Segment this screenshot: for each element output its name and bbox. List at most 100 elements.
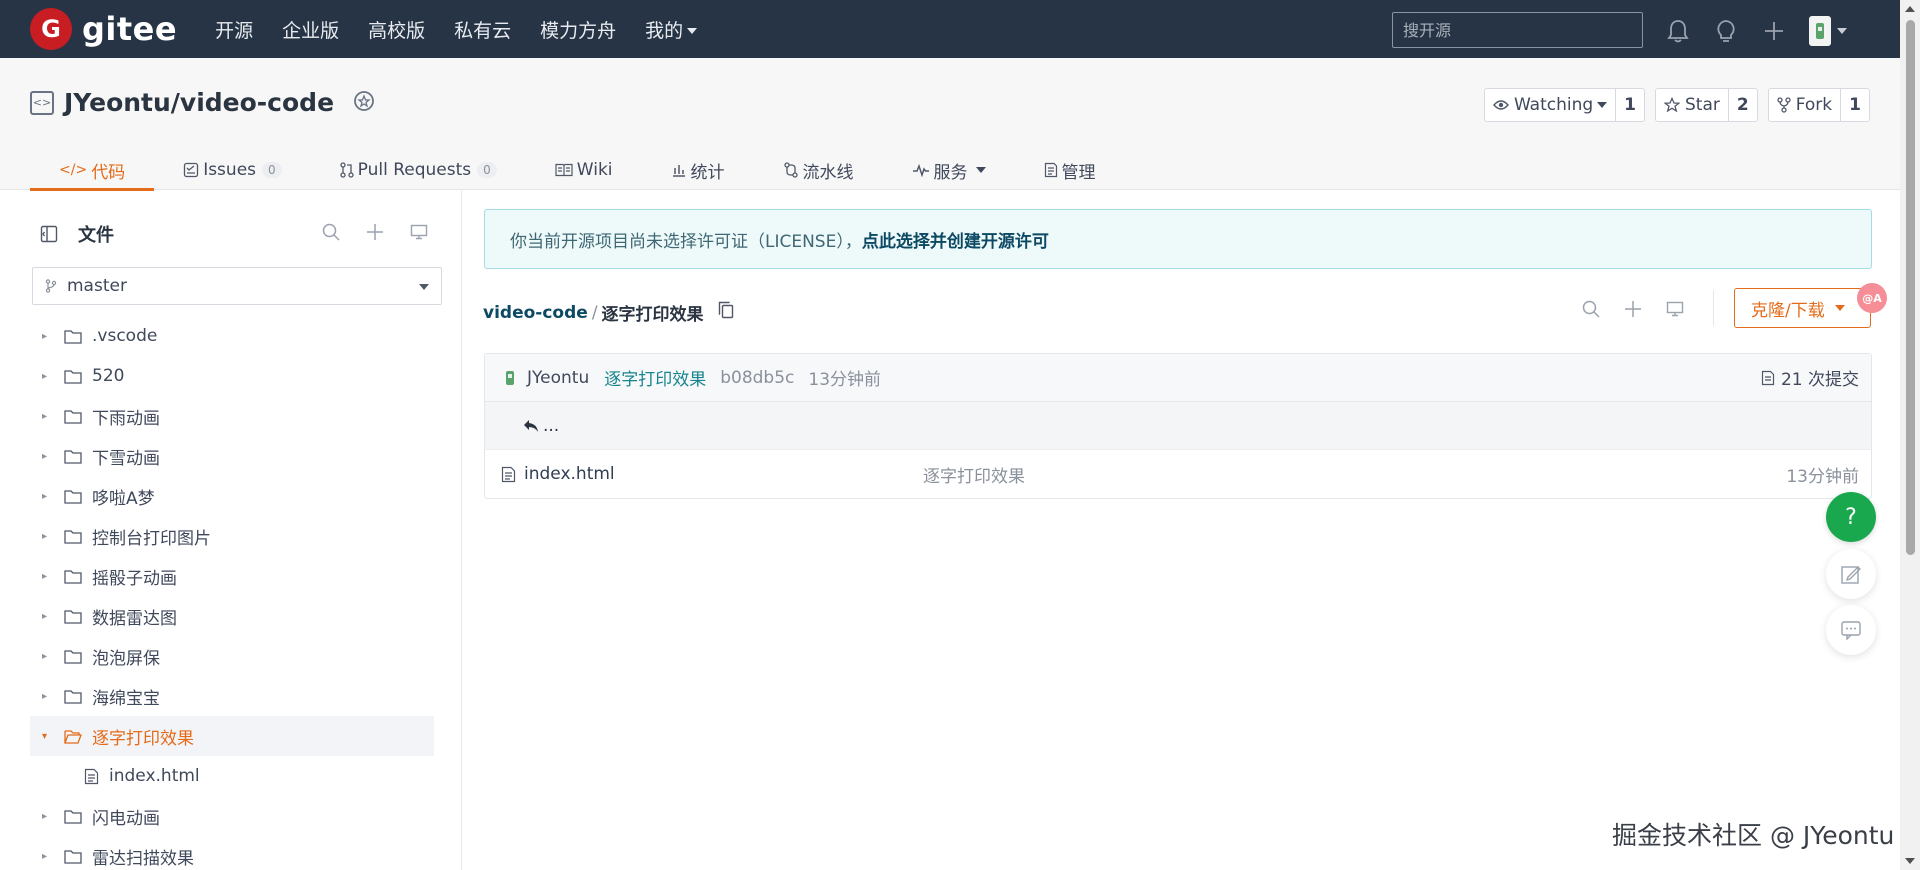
tab-pipeline[interactable]: 流水线 <box>754 150 883 190</box>
license-notice: 你当前开源项目尚未选择许可证（LICENSE）， 点此选择并创建开源许可 <box>484 209 1872 269</box>
scroll-down-icon[interactable] <box>1905 858 1915 864</box>
star-button[interactable]: Star 2 <box>1655 88 1758 122</box>
chevron-right-icon: ▸ <box>42 690 48 702</box>
tree-item-folder[interactable]: ▸ 数据雷达图 <box>30 596 434 636</box>
tab-manage[interactable]: 管理 <box>1015 150 1125 190</box>
nav-item-mine[interactable]: 我的 <box>645 16 698 43</box>
chevron-right-icon: ▸ <box>42 570 48 582</box>
tree-item-folder[interactable]: ▸ 下雪动画 <box>30 436 434 476</box>
tree-item-file[interactable]: index.html <box>30 756 434 796</box>
chevron-right-icon: ▸ <box>42 410 48 422</box>
folder-icon <box>64 329 82 344</box>
chevron-right-icon: ▸ <box>42 490 48 502</box>
tree-item-folder[interactable]: ▸ 哆啦A梦 <box>30 476 434 516</box>
repo-name[interactable]: JYeontu/video-code <box>64 88 334 117</box>
commit-author[interactable]: JYeontu <box>527 368 589 388</box>
reply-arrow-icon <box>524 419 538 432</box>
watch-count[interactable]: 1 <box>1616 89 1644 121</box>
commit-count[interactable]: 21 次提交 <box>1761 365 1859 390</box>
search-icon[interactable] <box>320 221 342 243</box>
folder-icon <box>64 369 82 384</box>
tree-item-folder[interactable]: ▸ 520 <box>30 356 434 396</box>
commits-icon <box>1761 370 1775 385</box>
plus-icon[interactable] <box>1622 298 1644 320</box>
clone-download-button[interactable]: 克隆/下载 <box>1734 288 1871 328</box>
avatar[interactable] <box>503 368 517 388</box>
plus-icon[interactable] <box>364 221 386 243</box>
search-icon[interactable] <box>1580 298 1602 320</box>
tree-item-folder[interactable]: ▸ .vscode <box>30 316 434 356</box>
chat-icon <box>1841 621 1861 640</box>
search-input[interactable] <box>1392 12 1643 48</box>
breadcrumb-separator: / <box>591 302 598 323</box>
file-name[interactable]: index.html <box>524 464 615 484</box>
folder-icon <box>64 449 82 464</box>
pull-request-icon <box>340 162 354 178</box>
chevron-down-icon[interactable] <box>1837 28 1847 34</box>
nav-item-private-cloud[interactable]: 私有云 <box>454 16 511 43</box>
avatar[interactable] <box>1809 16 1831 46</box>
gitee-logo[interactable]: G gitee <box>30 8 177 50</box>
folder-icon <box>64 529 82 544</box>
chart-bar-icon <box>672 165 685 177</box>
sidebar-toggle-icon[interactable] <box>40 225 58 243</box>
fork-button[interactable]: Fork 1 <box>1767 88 1870 122</box>
branch-select[interactable]: master <box>32 267 442 305</box>
nav-item-education[interactable]: 高校版 <box>368 16 425 43</box>
tree-item-folder[interactable]: ▸ 泡泡屏保 <box>30 636 434 676</box>
tree-item-label: 摇骰子动画 <box>92 568 177 589</box>
commit-count-label: 21 次提交 <box>1780 370 1859 390</box>
tab-wiki[interactable]: Wiki <box>526 150 642 190</box>
scroll-thumb[interactable] <box>1906 20 1915 555</box>
chevron-down-icon <box>419 284 429 290</box>
plus-icon[interactable] <box>1761 18 1787 44</box>
monitor-icon[interactable] <box>408 221 430 243</box>
tab-issues[interactable]: Issues 0 <box>154 150 310 190</box>
feedback-button[interactable] <box>1826 549 1876 599</box>
scrollbar[interactable] <box>1900 0 1920 870</box>
bell-icon[interactable] <box>1665 18 1691 44</box>
license-notice-text: 你当前开源项目尚未选择许可证（LICENSE）， <box>510 231 862 252</box>
tab-pull-requests[interactable]: Pull Requests 0 <box>311 150 526 190</box>
tab-services[interactable]: 服务 <box>883 150 1015 190</box>
tree-item-folder[interactable]: ▸ 控制台打印图片 <box>30 516 434 556</box>
file-commit-message[interactable]: 逐字打印效果 <box>923 462 1025 487</box>
tree-item-folder[interactable]: ▸ 闪电动画 <box>30 796 434 836</box>
parent-directory-row[interactable]: ... <box>485 402 1871 450</box>
tree-item-folder[interactable]: ▸ 下雨动画 <box>30 396 434 436</box>
repo-tabs: </> 代码 Issues 0 Pull Requests 0 Wiki 统计 … <box>30 150 1125 191</box>
tab-code-label: 代码 <box>91 162 126 183</box>
main-tools <box>1580 298 1706 320</box>
chevron-down-icon <box>975 167 986 173</box>
license-notice-link[interactable]: 点此选择并创建开源许可 <box>862 227 1049 252</box>
lightbulb-icon[interactable] <box>1713 18 1739 44</box>
watch-button[interactable]: Watching 1 <box>1483 88 1646 122</box>
monitor-icon[interactable] <box>1664 298 1686 320</box>
scroll-up-icon[interactable] <box>1905 6 1915 12</box>
nav-item-enterprise[interactable]: 企业版 <box>282 16 339 43</box>
tab-code[interactable]: </> 代码 <box>30 150 155 191</box>
tree-item-label: 哆啦A梦 <box>92 488 155 509</box>
breadcrumb-root[interactable]: video-code <box>483 303 588 323</box>
file-tree: ▸ .vscode ▸ 520 ▸ 下雨动画 ▸ 下雪动画 ▸ 哆啦A梦 ▸ 控制台打印图片… <box>30 316 434 870</box>
commit-message[interactable]: 逐字打印效果 <box>604 365 706 390</box>
copy-icon[interactable] <box>718 301 734 324</box>
tab-stats[interactable]: 统计 <box>642 150 754 190</box>
translate-float-icon[interactable]: @A <box>1857 283 1887 313</box>
fork-count[interactable]: 1 <box>1841 89 1869 121</box>
issues-count-badge: 0 <box>262 162 282 178</box>
tree-item-folder[interactable]: ▸ 雷达扫描效果 <box>30 836 434 870</box>
commit-sha[interactable]: b08db5c <box>720 368 794 388</box>
table-row[interactable]: index.html 逐字打印效果 13分钟前 <box>485 450 1871 498</box>
file-commit-time: 13分钟前 <box>1786 466 1859 487</box>
chat-button[interactable] <box>1826 605 1876 655</box>
chevron-right-icon: ▸ <box>42 810 48 822</box>
tree-item-folder[interactable]: ▸ 摇骰子动画 <box>30 556 434 596</box>
nav-item-moli[interactable]: 模力方舟 <box>540 16 616 43</box>
recommend-badge-icon[interactable] <box>352 89 376 117</box>
tree-item-folder-open[interactable]: ▾ 逐字打印效果 <box>30 716 434 756</box>
star-count[interactable]: 2 <box>1729 89 1757 121</box>
nav-item-open-source[interactable]: 开源 <box>215 16 253 43</box>
help-button[interactable]: ? <box>1826 492 1876 542</box>
tree-item-folder[interactable]: ▸ 海绵宝宝 <box>30 676 434 716</box>
